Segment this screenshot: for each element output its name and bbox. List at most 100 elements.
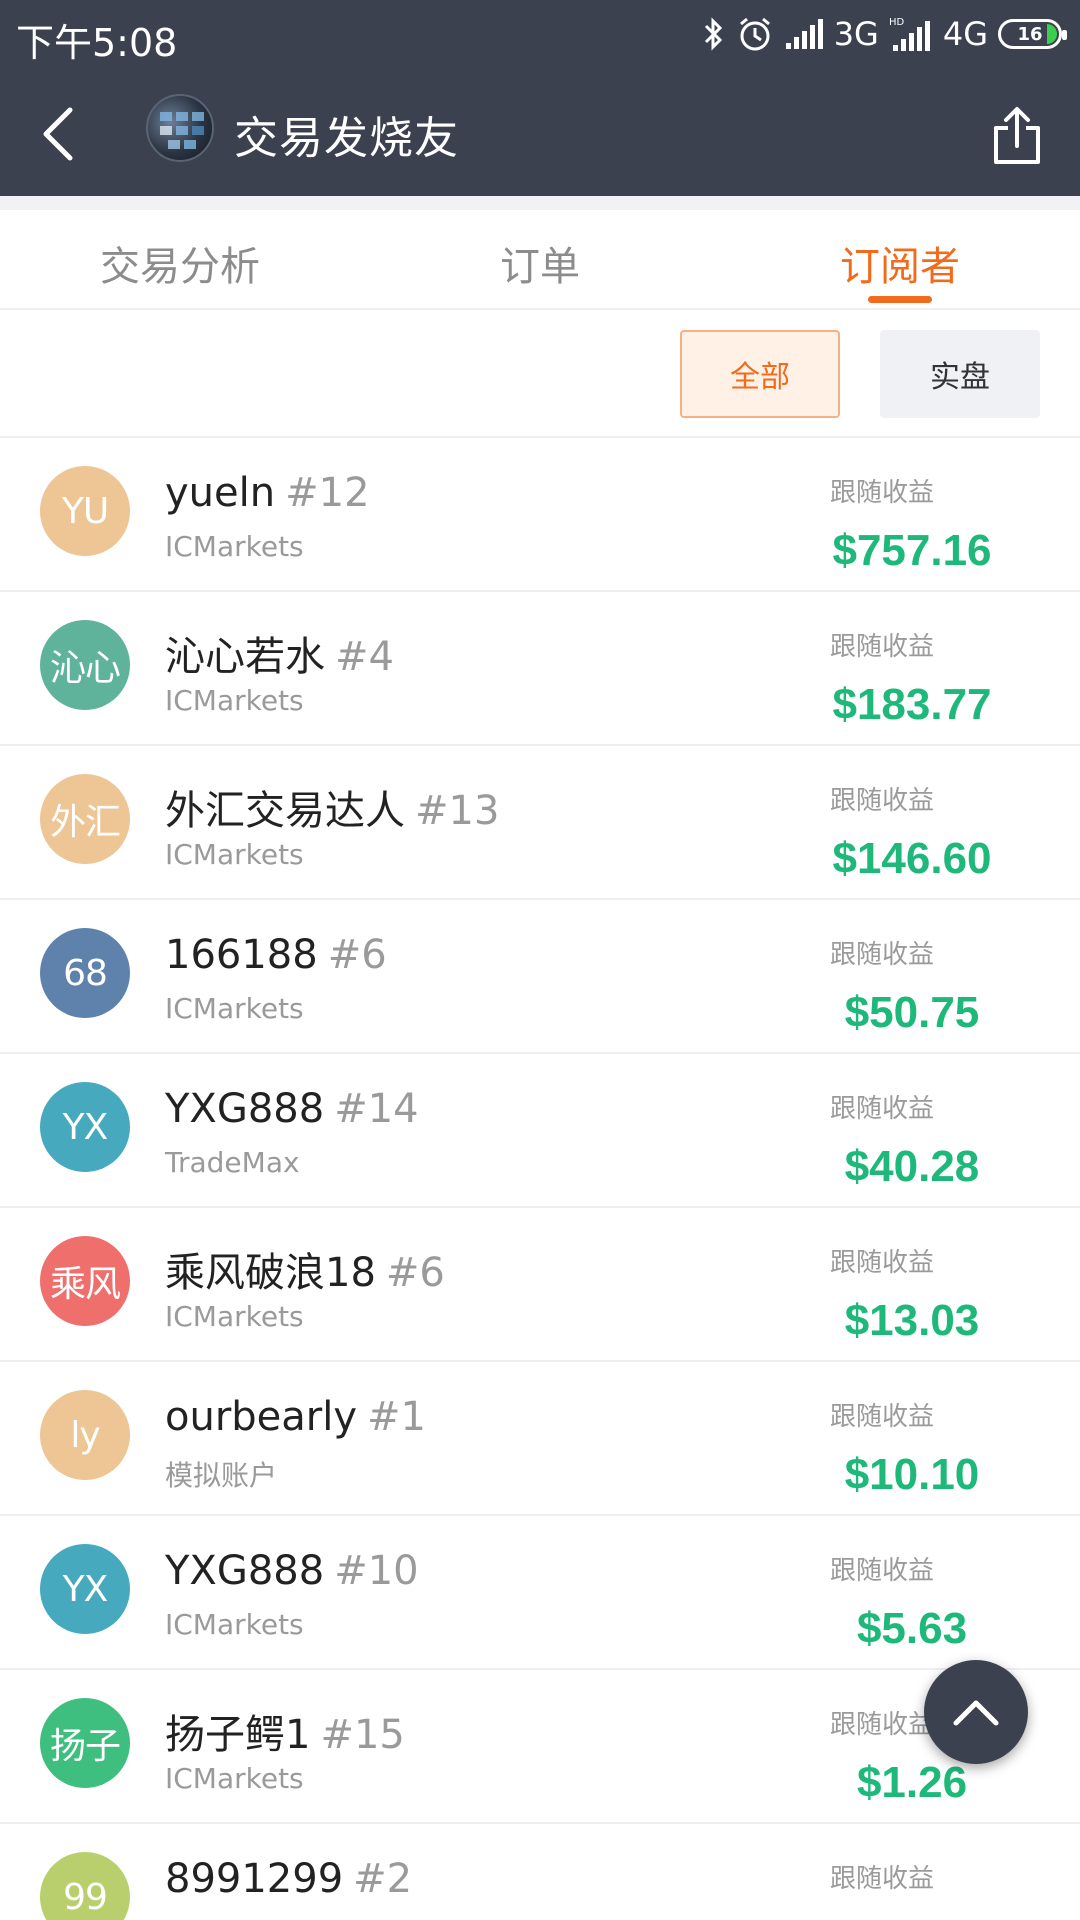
avatar: 乘风 bbox=[40, 1236, 130, 1326]
subscriber-rank: #10 bbox=[334, 1548, 419, 1594]
subscriber-name: YXG888 bbox=[165, 1086, 325, 1132]
status-bar: 下午5:08 3G HD 4G 16 bbox=[0, 0, 1080, 70]
income-value: $13.03 bbox=[844, 1296, 980, 1345]
list-item[interactable]: YX YXG888 #10 ICMarkets 跟随收益 $5.63 bbox=[0, 1516, 1080, 1670]
income-value: $146.60 bbox=[832, 834, 992, 883]
subscriber-rank: #13 bbox=[415, 788, 500, 834]
subscriber-rank: #14 bbox=[334, 1086, 419, 1132]
app-screen: 下午5:08 3G HD 4G 16 交易发烧友 交易分析 订单 订阅者 全部 … bbox=[0, 0, 1080, 1920]
income-label: 跟随收益 bbox=[829, 1094, 934, 1124]
battery-level: 16 bbox=[1017, 23, 1043, 45]
income-value: $10.10 bbox=[844, 1450, 980, 1499]
filter-all-button[interactable]: 全部 bbox=[680, 330, 840, 418]
subscriber-name: 乘风破浪18 bbox=[165, 1250, 376, 1296]
subscriber-list: YU yueln #12 ICMarkets 跟随收益 $757.16 沁心 沁心… bbox=[0, 438, 1080, 1920]
broker-name: ICMarkets bbox=[165, 684, 304, 717]
back-button[interactable] bbox=[28, 98, 88, 170]
status-time: 下午5:08 bbox=[16, 21, 178, 65]
tab-subscribers[interactable]: 订阅者 bbox=[840, 234, 960, 292]
battery-fill bbox=[1047, 24, 1057, 44]
broker-name: 模拟账户 bbox=[165, 1459, 278, 1492]
avatar: 扬子 bbox=[40, 1698, 130, 1788]
share-button[interactable] bbox=[990, 106, 1044, 166]
network-4g-label: 4G bbox=[942, 15, 988, 53]
avatar: 沁心 bbox=[40, 620, 130, 710]
active-tab-indicator bbox=[868, 296, 932, 303]
list-item[interactable]: 外汇 外汇交易达人 #13 ICMarkets 跟随收益 $146.60 bbox=[0, 746, 1080, 900]
alarm-icon bbox=[739, 17, 770, 51]
subscriber-name-line: 扬子鳄1 #15 bbox=[165, 1702, 405, 1760]
subscriber-name: ourbearly bbox=[165, 1394, 358, 1440]
income-value: $40.28 bbox=[844, 1142, 980, 1191]
subscriber-rank: #6 bbox=[327, 932, 387, 978]
subscriber-rank: #2 bbox=[353, 1856, 413, 1902]
list-item[interactable]: 沁心 沁心若水 #4 ICMarkets 跟随收益 $183.77 bbox=[0, 592, 1080, 746]
subscriber-rank: #4 bbox=[335, 634, 394, 680]
share-icon bbox=[994, 107, 1040, 164]
broker-name: ICMarkets bbox=[165, 992, 304, 1025]
broker-name: TradeMax bbox=[165, 1146, 300, 1179]
title-bar: 交易发烧友 bbox=[0, 70, 1080, 196]
broker-name: ICMarkets bbox=[165, 1762, 304, 1795]
broker-name: ICMarkets bbox=[165, 1608, 304, 1641]
income-value: $1.26 bbox=[856, 1758, 968, 1807]
income-value: $5.63 bbox=[856, 1604, 968, 1653]
avatar: 68 bbox=[40, 928, 130, 1018]
subscriber-name-line: yueln #12 bbox=[165, 470, 370, 516]
chevron-up-icon bbox=[953, 1700, 999, 1726]
hd-signal-icon: HD bbox=[889, 17, 930, 51]
income-label: 跟随收益 bbox=[829, 632, 934, 662]
subscriber-rank: #15 bbox=[320, 1712, 405, 1758]
avatar: ly bbox=[40, 1390, 130, 1480]
subscriber-name: 166188 bbox=[165, 932, 318, 978]
subscriber-name: 沁心若水 bbox=[165, 634, 325, 680]
income-value: $50.75 bbox=[844, 988, 980, 1037]
income-label: 跟随收益 bbox=[829, 940, 934, 970]
subscriber-name-line: 外汇交易达人 #13 bbox=[165, 778, 499, 836]
income-label: 跟随收益 bbox=[829, 786, 934, 816]
signal-icon bbox=[785, 19, 823, 49]
subscriber-name-line: YXG888 #10 bbox=[165, 1548, 419, 1594]
chevron-left-icon bbox=[43, 107, 73, 161]
income-value: $183.77 bbox=[832, 680, 992, 729]
tab-orders[interactable]: 订单 bbox=[500, 234, 580, 292]
list-item[interactable]: YX YXG888 #14 TradeMax 跟随收益 $40.28 bbox=[0, 1054, 1080, 1208]
income-label: 跟随收益 bbox=[829, 1402, 934, 1432]
list-item[interactable]: 68 166188 #6 ICMarkets 跟随收益 $50.75 bbox=[0, 900, 1080, 1054]
subscriber-name-line: YXG888 #14 bbox=[165, 1086, 419, 1132]
income-value: $757.16 bbox=[832, 526, 992, 575]
income-label: 跟随收益 bbox=[829, 1248, 934, 1278]
list-item[interactable]: YU yueln #12 ICMarkets 跟随收益 $757.16 bbox=[0, 438, 1080, 592]
header: 下午5:08 3G HD 4G 16 交易发烧友 bbox=[0, 0, 1080, 196]
subscriber-name-line: 8991299 #2 bbox=[165, 1856, 412, 1902]
subscriber-name: 外汇交易达人 bbox=[165, 788, 405, 834]
avatar: YU bbox=[40, 466, 130, 556]
filter-row: 全部 实盘 bbox=[0, 310, 1080, 438]
status-icons: 3G HD 4G 16 bbox=[700, 14, 1067, 54]
svg-text:HD: HD bbox=[889, 17, 905, 28]
avatar: YX bbox=[40, 1544, 130, 1634]
avatar: YX bbox=[40, 1082, 130, 1172]
channel-avatar[interactable] bbox=[146, 94, 214, 162]
subscriber-name-line: 沁心若水 #4 bbox=[165, 624, 394, 682]
list-item[interactable]: 乘风 乘风破浪18 #6 ICMarkets 跟随收益 $13.03 bbox=[0, 1208, 1080, 1362]
income-label: 跟随收益 bbox=[829, 1864, 934, 1894]
network-3g-label: 3G bbox=[833, 15, 879, 53]
back-to-top-button[interactable] bbox=[924, 1660, 1028, 1764]
broker-name: ICMarkets bbox=[165, 838, 304, 871]
list-item[interactable]: 扬子 扬子鳄1 #15 ICMarkets 跟随收益 $1.26 bbox=[0, 1670, 1080, 1824]
tab-bar: 交易分析 订单 订阅者 bbox=[0, 196, 1080, 310]
list-item[interactable]: ly ourbearly #1 模拟账户 跟随收益 $10.10 bbox=[0, 1362, 1080, 1516]
broker-name: ICMarkets bbox=[165, 530, 304, 563]
broker-name: ICMarkets bbox=[165, 1300, 304, 1333]
avatar: 外汇 bbox=[40, 774, 130, 864]
list-item[interactable]: 99 8991299 #2 跟随收益 bbox=[0, 1824, 1080, 1920]
subscriber-rank: #6 bbox=[385, 1250, 445, 1296]
subscriber-name: 8991299 bbox=[165, 1856, 344, 1902]
subscriber-name: 扬子鳄1 bbox=[165, 1712, 311, 1758]
tab-trade-analysis[interactable]: 交易分析 bbox=[100, 234, 260, 292]
filter-real-button[interactable]: 实盘 bbox=[880, 330, 1040, 418]
bluetooth-icon bbox=[704, 17, 722, 51]
income-label: 跟随收益 bbox=[829, 478, 934, 508]
subscriber-name-line: 166188 #6 bbox=[165, 932, 387, 978]
